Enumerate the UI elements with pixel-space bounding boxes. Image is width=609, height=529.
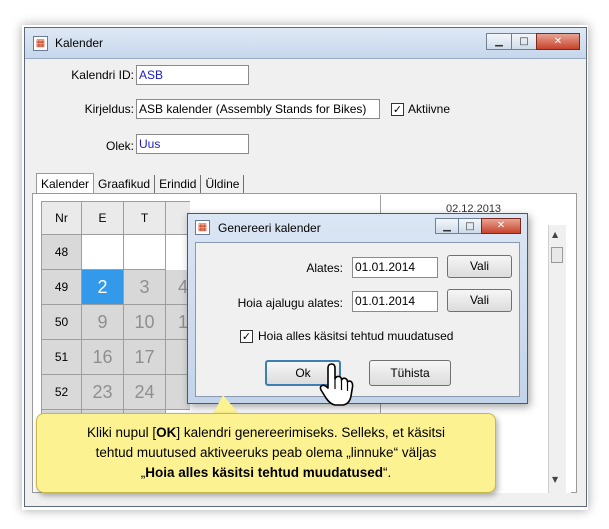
generate-calendar-dialog: ▦ Genereeri kalender ▁ □ ✕ Alates: 01.01… — [187, 213, 528, 404]
calendar-id-label: Kalendri ID: — [71, 68, 134, 82]
calendar-app-icon: ▦ — [195, 220, 210, 235]
description-field[interactable]: ASB kalender (Assembly Stands for Bikes) — [136, 99, 380, 119]
tuesday-header: T — [124, 201, 166, 235]
active-checkbox[interactable]: ✓ — [391, 103, 404, 116]
week-number: 51 — [41, 340, 82, 375]
maximize-icon[interactable]: □ — [511, 33, 537, 50]
monday-header: E — [82, 201, 124, 235]
day-cell[interactable]: 17 — [124, 340, 166, 375]
window-title: Kalender — [55, 36, 104, 50]
history-date-field[interactable]: 01.01.2014 — [352, 291, 438, 312]
week-number: 50 — [41, 305, 82, 340]
minimize-icon[interactable]: ▁ — [435, 218, 459, 234]
active-label: Aktiivne — [408, 102, 451, 116]
week-number-header: Nr — [41, 201, 82, 235]
start-date-label: Alates: — [306, 261, 343, 275]
keep-changes-label: Hoia alles käsitsi tehtud muudatused — [258, 329, 454, 343]
tab-kalender[interactable]: Kalender — [36, 173, 95, 194]
status-label: Olek: — [105, 139, 134, 153]
tab-bar: Kalender Graafikud Erindid Üldine — [36, 173, 245, 194]
vertical-scrollbar[interactable]: ▲ ▼ — [548, 225, 566, 493]
day-cell[interactable] — [82, 235, 124, 270]
day-cell[interactable]: 10 — [124, 305, 166, 340]
maximize-icon[interactable]: □ — [458, 218, 482, 234]
minimize-icon[interactable]: ▁ — [486, 33, 512, 50]
description-label: Kirjeldus: — [84, 102, 134, 116]
day-cell[interactable]: 3 — [124, 270, 166, 305]
dialog-title: Genereeri kalender — [218, 221, 321, 235]
week-number: 49 — [41, 270, 82, 305]
title-bar[interactable]: ▦ Kalender ▁ □ ✕ — [25, 28, 586, 59]
day-cell-selected[interactable]: 2 — [82, 270, 124, 305]
instruction-callout: Kliki nupul [OK] kalendri genereerimisek… — [36, 413, 496, 493]
history-date-label: Hoia ajalugu alates: — [237, 296, 343, 310]
close-icon[interactable]: ✕ — [536, 33, 580, 50]
scroll-thumb[interactable] — [551, 247, 563, 263]
keep-changes-checkbox[interactable]: ✓ — [240, 330, 253, 343]
callout-line-1: Kliki nupul [OK] kalendri genereerimisek… — [87, 425, 445, 440]
tab-graafikud[interactable]: Graafikud — [94, 175, 156, 193]
day-cell[interactable]: 16 — [82, 340, 124, 375]
history-date-select-button[interactable]: Vali — [447, 289, 512, 312]
tab-uldine[interactable]: Üldine — [201, 175, 245, 193]
tab-erindid[interactable]: Erindid — [155, 175, 202, 193]
start-date-select-button[interactable]: Vali — [447, 255, 512, 278]
hand-pointer-icon — [319, 363, 354, 406]
callout-line-2: tehtud muutused aktiveeruks peab olema „… — [95, 445, 437, 460]
callout-line-3: „Hoia alles käsitsi tehtud muudatused“. — [140, 465, 392, 480]
scroll-up-icon[interactable]: ▲ — [552, 230, 558, 239]
callout-pointer — [213, 395, 239, 414]
dialog-body: Alates: 01.01.2014 Vali Hoia ajalugu ala… — [195, 242, 520, 397]
status-field[interactable]: Uus — [136, 134, 249, 154]
week-number: 48 — [41, 235, 82, 270]
day-cell[interactable]: 24 — [124, 375, 166, 410]
day-cell[interactable]: 23 — [82, 375, 124, 410]
day-cell[interactable]: 9 — [82, 305, 124, 340]
calendar-id-field[interactable]: ASB — [136, 65, 249, 85]
week-number: 52 — [41, 375, 82, 410]
day-cell[interactable] — [124, 235, 166, 270]
scroll-down-icon[interactable]: ▼ — [552, 475, 558, 484]
start-date-field[interactable]: 01.01.2014 — [352, 257, 438, 278]
cancel-button[interactable]: Tühista — [369, 360, 451, 386]
close-icon[interactable]: ✕ — [481, 218, 521, 234]
calendar-app-icon: ▦ — [33, 36, 48, 51]
